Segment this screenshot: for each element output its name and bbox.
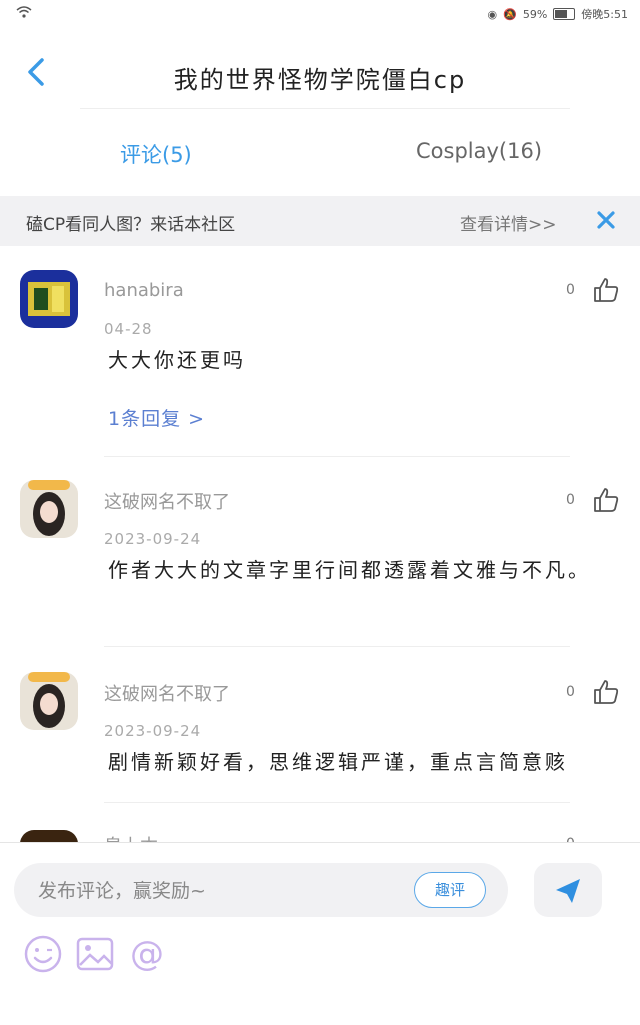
comment-item: 这破网名不取了 0 2023-09-24 剧情新颖好看，思维逻辑严谨，重点言简意…	[0, 672, 640, 822]
comment-item: 皇上本 0	[0, 828, 640, 842]
like-count: 0	[566, 282, 575, 298]
battery-icon	[553, 8, 576, 20]
avatar[interactable]	[20, 270, 78, 328]
comment-date: 2023-09-24	[104, 722, 202, 740]
header: 我的世界怪物学院僵白cp	[0, 40, 640, 110]
divider	[104, 646, 570, 647]
quick-comment-button[interactable]: 趣评	[414, 872, 486, 908]
avatar[interactable]	[20, 480, 78, 538]
eye-icon: ◉	[487, 7, 498, 21]
comment-composer: 趣评 @	[0, 842, 640, 1025]
comment-date: 04-28	[104, 320, 153, 338]
comment-text: 大大你还更吗	[108, 348, 246, 372]
image-icon	[76, 937, 114, 971]
emoji-button[interactable]	[22, 933, 64, 975]
comment-username[interactable]: hanabira	[104, 280, 184, 301]
back-button[interactable]	[18, 52, 58, 92]
send-icon	[556, 879, 580, 903]
banner-close-button[interactable]	[592, 206, 620, 234]
svg-text:@: @	[130, 934, 164, 974]
thumbs-up-icon	[594, 278, 619, 302]
like-count: 0	[566, 492, 575, 508]
mute-icon: 🔕	[503, 7, 517, 21]
thumbs-up-icon	[594, 680, 619, 704]
page-title: 我的世界怪物学院僵白cp	[173, 66, 467, 94]
comment-date: 2023-09-24	[104, 530, 202, 548]
banner-text: 磕CP看同人图？来话本社区	[26, 215, 236, 235]
comment-username[interactable]: 这破网名不取了	[104, 488, 230, 514]
close-icon	[597, 211, 615, 229]
comment-item: 这破网名不取了 0 2023-09-24 作者大大的文章字里行间都透露着文雅与不…	[0, 480, 640, 650]
tab-comments[interactable]: 评论(5)	[120, 139, 192, 169]
comment-input[interactable]	[36, 873, 400, 909]
like-button[interactable]	[592, 486, 620, 514]
like-button[interactable]	[592, 276, 620, 304]
like-count: 0	[566, 684, 575, 700]
send-button[interactable]	[534, 863, 602, 917]
comment-text: 作者大大的文章字里行间都透露着文雅与不凡。	[108, 558, 591, 582]
header-divider	[80, 108, 570, 109]
comment-username[interactable]: 皇上本	[104, 832, 158, 842]
banner-details-link[interactable]: 查看详情>>	[460, 210, 557, 235]
image-button[interactable]	[74, 933, 116, 975]
status-bar: ◉ 🔕 59% 傍晚5:51	[0, 0, 640, 28]
tab-cosplay[interactable]: Cosplay(16)	[416, 139, 542, 163]
status-time: 傍晚5:51	[581, 8, 628, 21]
smiley-icon	[24, 935, 62, 973]
chevron-left-icon	[28, 58, 44, 86]
comment-input-box: 趣评	[14, 863, 508, 917]
comment-item: hanabira 0 04-28 大大你还更吗 1条回复 >	[0, 270, 640, 460]
replies-link[interactable]: 1条回复 >	[108, 404, 205, 431]
comment-text: 剧情新颖好看，思维逻辑严谨，重点言简意赅	[108, 750, 568, 774]
tab-bar: 评论(5) Cosplay(16)	[0, 125, 640, 185]
divider	[104, 456, 570, 457]
divider	[104, 802, 570, 803]
avatar[interactable]	[20, 830, 78, 842]
battery-percent: 59%	[522, 7, 548, 21]
mention-button[interactable]: @	[126, 933, 168, 975]
thumbs-up-icon	[594, 488, 619, 512]
comment-username[interactable]: 这破网名不取了	[104, 680, 230, 706]
avatar[interactable]	[20, 672, 78, 730]
like-button[interactable]	[592, 678, 620, 706]
wifi-icon	[16, 6, 32, 21]
promo-banner: 磕CP看同人图？来话本社区 查看详情>>	[0, 196, 640, 246]
at-sign-icon: @	[130, 934, 164, 974]
